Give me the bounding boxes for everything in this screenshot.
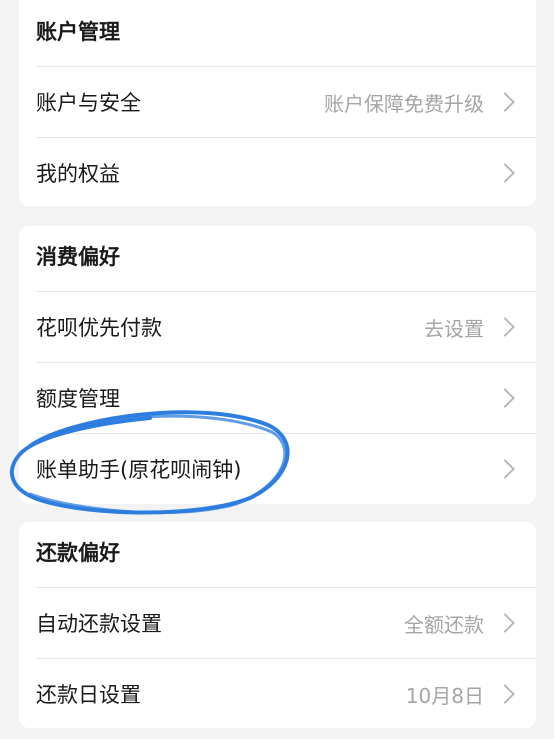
chevron-right-icon (495, 613, 515, 633)
chevron-right-icon (495, 163, 515, 183)
chevron-right-icon (495, 317, 515, 337)
huabei-priority-payment-row[interactable]: 花呗优先付款 去设置 (36, 291, 536, 362)
chevron-right-icon (495, 92, 515, 112)
section-title-repayment: 还款偏好 (36, 541, 120, 565)
row-label: 账户与安全 (36, 91, 141, 115)
repayment-preference-card: 还款偏好 自动还款设置 全额还款 还款日设置 10月8日 (19, 522, 536, 728)
chevron-right-icon (495, 459, 515, 479)
row-label: 额度管理 (36, 387, 120, 411)
row-value: 10月8日 (405, 683, 484, 708)
row-label: 花呗优先付款 (36, 316, 162, 340)
credit-limit-management-row[interactable]: 额度管理 (36, 362, 536, 433)
auto-repayment-settings-row[interactable]: 自动还款设置 全额还款 (36, 587, 536, 658)
bill-assistant-row[interactable]: 账单助手(原花呗闹钟) (36, 433, 536, 504)
consumption-preference-card: 消费偏好 花呗优先付款 去设置 额度管理 账单助手(原花呗闹钟) (19, 226, 536, 504)
row-label: 自动还款设置 (36, 612, 162, 636)
section-title-consumption: 消费偏好 (36, 245, 120, 269)
row-value: 全额还款 (404, 612, 484, 637)
row-label: 我的权益 (36, 162, 120, 186)
row-label: 账单助手(原花呗闹钟) (36, 458, 242, 482)
repayment-date-settings-row[interactable]: 还款日设置 10月8日 (36, 658, 536, 728)
account-security-row[interactable]: 账户与安全 账户保障免费升级 (36, 66, 536, 137)
section-title-account: 账户管理 (36, 20, 120, 44)
chevron-right-icon (495, 684, 515, 704)
chevron-right-icon (495, 388, 515, 408)
row-value: 去设置 (424, 316, 484, 341)
account-management-card: 账户管理 账户与安全 账户保障免费升级 我的权益 (19, 0, 536, 206)
row-label: 还款日设置 (36, 683, 141, 707)
row-value: 账户保障免费升级 (324, 91, 484, 116)
my-benefits-row[interactable]: 我的权益 (36, 137, 536, 206)
